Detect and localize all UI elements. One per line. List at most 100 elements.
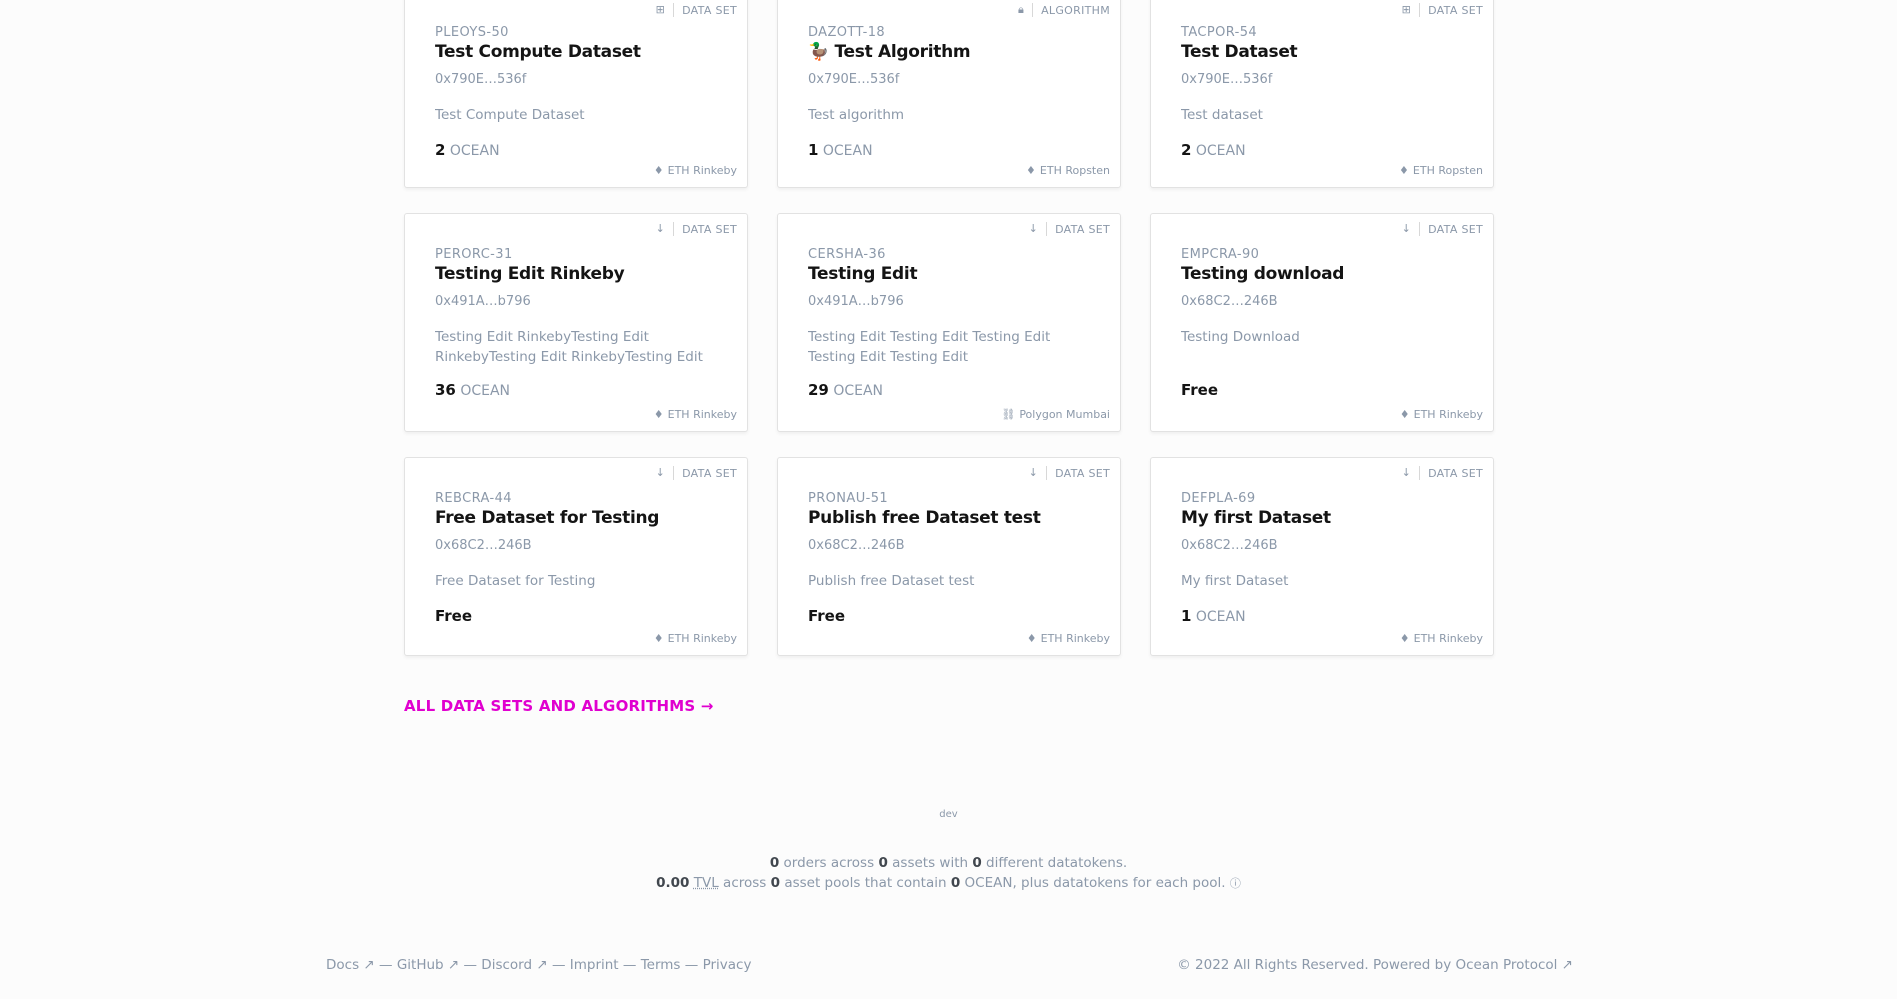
asset-card[interactable]: ⊞ DATA SET TACPOR-54 Test Dataset 0x790E… xyxy=(1150,0,1494,188)
tvl-label[interactable]: TVL xyxy=(694,875,719,891)
pools-text: asset pools that contain xyxy=(784,875,947,891)
asset-card[interactable]: ↓ DATA SET CERSHA-36 Testing Edit 0x491A… xyxy=(777,213,1121,432)
asset-title[interactable]: Testing Edit xyxy=(808,264,1090,284)
price-free: Free xyxy=(808,607,846,625)
network-label: ♦ ETH Rinkeby xyxy=(654,408,737,421)
footer-link-discord[interactable]: Discord ↗ xyxy=(481,957,547,973)
asset-type-label: DATA SET xyxy=(1055,466,1110,480)
asset-card[interactable]: ↓ DATA SET PERORC-31 Testing Edit Rinkeb… xyxy=(404,213,748,432)
environment-label: dev xyxy=(939,809,958,820)
price-unit: OCEAN xyxy=(822,143,873,159)
asset-type-badge: ↓ DATA SET xyxy=(1029,466,1110,480)
price-unit: OCEAN xyxy=(1195,609,1246,625)
ethereum-icon: ♦ xyxy=(1399,408,1410,421)
download-icon: ↓ xyxy=(1402,466,1421,480)
footer-link-imprint[interactable]: Imprint xyxy=(570,957,619,973)
compute-icon: ⊞ xyxy=(656,3,675,17)
ethereum-icon: ♦ xyxy=(1399,632,1410,645)
datatoken-symbol: DEFPLA-69 xyxy=(1181,491,1256,506)
across-text: across xyxy=(723,875,767,891)
asset-owner: 0x790E…536f xyxy=(1181,72,1273,87)
datatoken-symbol: REBCRA-44 xyxy=(435,491,512,506)
asset-owner: 0x68C2…246B xyxy=(1181,538,1278,553)
asset-owner: 0x68C2…246B xyxy=(1181,294,1278,309)
footer-separator: — xyxy=(547,957,570,973)
asset-price: Free xyxy=(1181,381,1463,399)
network-label: ♦ ETH Ropsten xyxy=(1399,164,1483,177)
asset-card[interactable]: ⊞ DATA SET PLEOYS-50 Test Compute Datase… xyxy=(404,0,748,188)
asset-title[interactable]: Testing download xyxy=(1181,264,1463,284)
datatoken-symbol: PERORC-31 xyxy=(435,247,513,262)
asset-card[interactable]: ↓ DATA SET DEFPLA-69 My first Dataset 0x… xyxy=(1150,457,1494,656)
price-value: 1 xyxy=(808,141,819,159)
network-label: ♦ ETH Rinkeby xyxy=(654,632,737,645)
asset-type-badge: ⊞ DATA SET xyxy=(656,3,737,17)
footer-link-terms[interactable]: Terms xyxy=(641,957,681,973)
asset-title[interactable]: 🦆 Test Algorithm xyxy=(808,42,1090,62)
asset-price: 36 OCEAN xyxy=(435,381,717,399)
price-free: Free xyxy=(1181,381,1219,399)
assets-count: 0 xyxy=(878,855,888,871)
footer-link-github[interactable]: GitHub ↗ xyxy=(397,957,459,973)
asset-description: Testing Download xyxy=(1181,329,1300,345)
asset-type-badge: ↓ DATA SET xyxy=(656,466,737,480)
info-icon[interactable]: ⓘ xyxy=(1230,877,1241,890)
asset-title[interactable]: Testing Edit Rinkeby xyxy=(435,264,717,284)
pools-count: 0 xyxy=(770,875,781,891)
asset-grid: ⊞ DATA SET PLEOYS-50 Test Compute Datase… xyxy=(404,0,1494,681)
footer-separator: — xyxy=(459,957,482,973)
network-name: ETH Ropsten xyxy=(1412,164,1483,177)
price-free: Free xyxy=(435,607,473,625)
all-datasets-link[interactable]: ALL DATA SETS AND ALGORITHMS → xyxy=(404,697,714,715)
asset-type-label: DATA SET xyxy=(682,466,737,480)
asset-owner: 0x68C2…246B xyxy=(808,538,905,553)
asset-type-label: DATA SET xyxy=(1055,222,1110,236)
asset-type-badge: ↓ DATA SET xyxy=(1402,466,1483,480)
asset-card[interactable]: ↓ DATA SET PRONAU-51 Publish free Datase… xyxy=(777,457,1121,656)
datatoken-symbol: PRONAU-51 xyxy=(808,491,889,506)
network-name: ETH Ropsten xyxy=(1039,164,1110,177)
asset-type-label: DATA SET xyxy=(1428,466,1483,480)
network-name: ETH Rinkeby xyxy=(1413,632,1483,645)
network-name: ETH Rinkeby xyxy=(667,408,737,421)
footer-link-privacy[interactable]: Privacy xyxy=(703,957,752,973)
network-name: ETH Rinkeby xyxy=(667,632,737,645)
asset-type-badge: 🔒︎ ALGORITHM xyxy=(1018,3,1110,17)
asset-title[interactable]: My first Dataset xyxy=(1181,508,1463,528)
ethereum-icon: ♦ xyxy=(653,408,664,421)
asset-type-label: DATA SET xyxy=(682,3,737,17)
ethereum-icon: ♦ xyxy=(1026,632,1037,645)
asset-title[interactable]: Test Dataset xyxy=(1181,42,1463,62)
asset-title[interactable]: Free Dataset for Testing xyxy=(435,508,717,528)
asset-price: Free xyxy=(435,607,717,625)
network-label: ♦ ETH Rinkeby xyxy=(654,164,737,177)
asset-type-badge: ↓ DATA SET xyxy=(1402,222,1483,236)
asset-type-label: DATA SET xyxy=(1428,3,1483,17)
network-name: ETH Rinkeby xyxy=(1413,408,1483,421)
asset-description: Test algorithm xyxy=(808,107,905,123)
price-value: 2 xyxy=(435,141,446,159)
polygon-icon: ⛓︎ xyxy=(1001,408,1016,421)
asset-card[interactable]: 🔒︎ ALGORITHM DAZOTT-18 🦆 Test Algorithm … xyxy=(777,0,1121,188)
ocean-text: OCEAN, plus datatokens for each pool. xyxy=(964,875,1226,891)
datatokens-text: different datatokens. xyxy=(986,855,1128,871)
footer-link-docs[interactable]: Docs ↗ xyxy=(326,957,375,973)
asset-card[interactable]: ↓ DATA SET EMPCRA-90 Testing download 0x… xyxy=(1150,213,1494,432)
asset-description: Free Dataset for Testing xyxy=(435,573,596,589)
datatoken-symbol: DAZOTT-18 xyxy=(808,25,886,40)
asset-card[interactable]: ↓ DATA SET REBCRA-44 Free Dataset for Te… xyxy=(404,457,748,656)
download-icon: ↓ xyxy=(1029,222,1048,236)
asset-title[interactable]: Publish free Dataset test xyxy=(808,508,1090,528)
footer-copyright[interactable]: © 2022 All Rights Reserved. Powered by O… xyxy=(1177,957,1573,973)
ethereum-icon: ♦ xyxy=(653,164,664,177)
price-unit: OCEAN xyxy=(449,143,500,159)
stats-line-1: 0 orders across 0 assets with 0 differen… xyxy=(0,855,1897,871)
price-unit: OCEAN xyxy=(833,383,884,399)
asset-title[interactable]: Test Compute Dataset xyxy=(435,42,717,62)
asset-owner: 0x491A…b796 xyxy=(435,294,531,309)
tvl-value: 0.00 xyxy=(656,875,690,891)
asset-price: 29 OCEAN xyxy=(808,381,1090,399)
ethereum-icon: ♦ xyxy=(1026,164,1036,177)
asset-type-label: DATA SET xyxy=(682,222,737,236)
asset-type-badge: ↓ DATA SET xyxy=(1029,222,1110,236)
